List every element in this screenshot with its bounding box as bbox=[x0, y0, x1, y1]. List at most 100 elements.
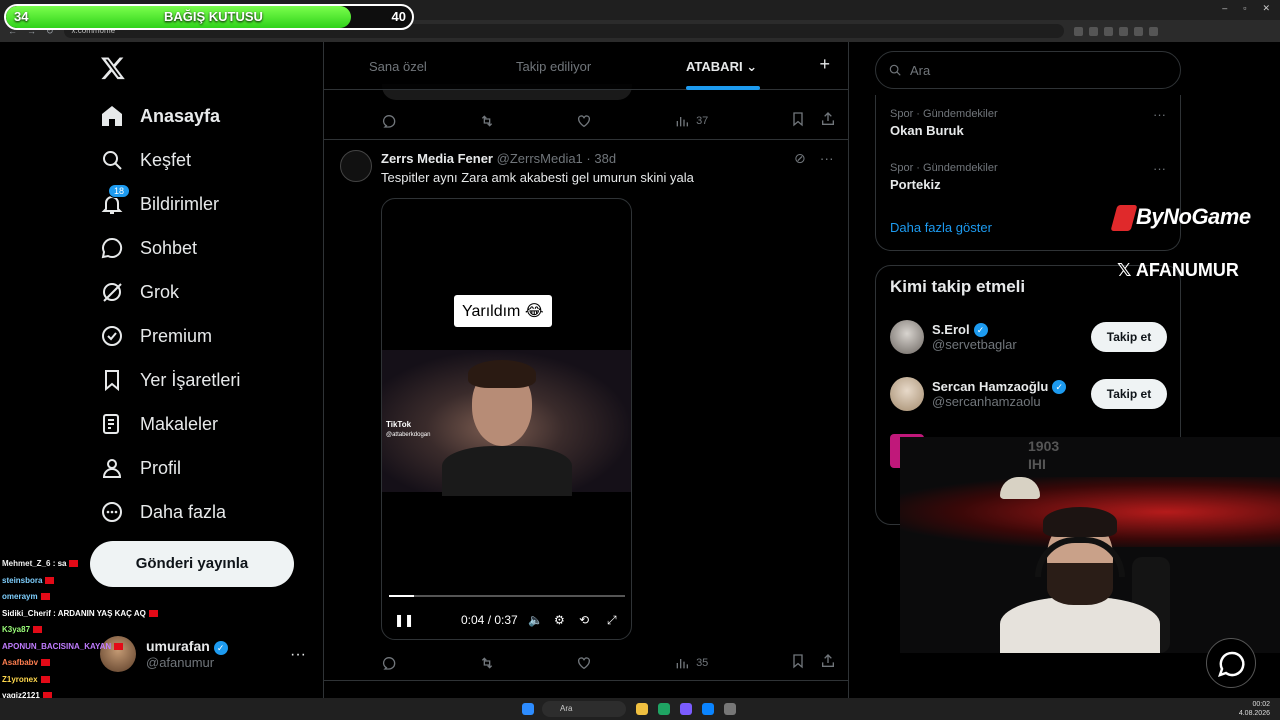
edge-icon[interactable] bbox=[702, 703, 714, 715]
emote-icon bbox=[40, 675, 50, 683]
grok-icon[interactable]: ⊘ bbox=[794, 150, 806, 167]
nav-item-bookmarks[interactable]: Yer İşaretleri bbox=[100, 358, 240, 402]
x-logo-icon[interactable] bbox=[100, 55, 126, 81]
sponsor-logo: ByNoGame bbox=[1110, 204, 1251, 232]
streamer-body bbox=[1000, 597, 1160, 653]
account-more-icon[interactable]: ··· bbox=[290, 646, 306, 664]
emote-icon bbox=[41, 659, 51, 667]
search-input[interactable]: Ara bbox=[875, 51, 1181, 89]
verified-icon: ✓ bbox=[1052, 379, 1067, 394]
nav-item-explore[interactable]: Keşfet bbox=[100, 138, 240, 182]
minimize-icon[interactable]: – bbox=[1222, 3, 1227, 14]
windows-start-icon[interactable] bbox=[522, 703, 534, 715]
tweet-avatar[interactable] bbox=[340, 150, 372, 182]
nav-item-home[interactable]: Anasayfa bbox=[100, 94, 240, 138]
taskbar-search[interactable]: Ara bbox=[542, 701, 626, 717]
chat-message: Mehmet_Z_6 : sa bbox=[2, 556, 182, 573]
retweet-icon[interactable] bbox=[479, 113, 495, 129]
tab-atabari[interactable]: ATABARI ⌄ bbox=[686, 59, 757, 75]
chat-message: APONUN_BACISINA_KAYAN bbox=[2, 639, 182, 656]
views-button[interactable]: 37 bbox=[674, 113, 708, 129]
follow-button[interactable]: Takip et bbox=[1091, 322, 1167, 352]
tab-for-you[interactable]: Sana özel bbox=[369, 59, 427, 74]
extension-icon[interactable] bbox=[1118, 26, 1128, 36]
stream-chat: Mehmet_Z_6 : sa steinsbora omeraym Sidiki_C… bbox=[2, 556, 182, 720]
chat-username: Sidiki_Cherif bbox=[2, 608, 51, 618]
bookmark-icon[interactable] bbox=[790, 653, 806, 672]
like-icon[interactable] bbox=[576, 113, 592, 129]
nav-item-articles[interactable]: Makaleler bbox=[100, 402, 240, 446]
verified-icon: ✓ bbox=[213, 641, 228, 655]
chat-message: Asafbabv bbox=[2, 655, 182, 672]
webcam-overlay: 1903 IHI bbox=[900, 437, 1280, 653]
trend-item[interactable]: Spor · Gündemdekiler Portekiz bbox=[890, 162, 998, 192]
reply-icon[interactable] bbox=[381, 655, 397, 671]
chrome-icon[interactable] bbox=[658, 703, 670, 715]
grok-icon bbox=[103, 283, 122, 302]
extension-icon[interactable] bbox=[1103, 26, 1113, 36]
suggested-account[interactable]: S.Erol ✓ @servetbaglar bbox=[890, 320, 1017, 354]
wall-sign: 1903 IHI bbox=[1028, 438, 1060, 472]
share-icon[interactable] bbox=[820, 653, 836, 672]
suggested-account[interactable]: Sercan Hamzaoğlu ✓ @sercanhamzaolu bbox=[890, 377, 1067, 411]
tweet-more-icon[interactable]: ··· bbox=[820, 150, 834, 167]
nav-item-grok[interactable]: Grok bbox=[100, 270, 240, 314]
discord-icon[interactable] bbox=[680, 703, 692, 715]
pause-icon[interactable]: ❚❚ bbox=[394, 613, 414, 627]
nav-item-chat[interactable]: Sohbet bbox=[100, 226, 240, 270]
tweet-author-handle[interactable]: @ZerrsMedia1 bbox=[497, 151, 583, 166]
trend-more-icon[interactable]: ··· bbox=[1153, 161, 1166, 176]
like-icon[interactable] bbox=[576, 655, 592, 671]
follow-button[interactable]: Takip et bbox=[1091, 379, 1167, 409]
add-tab-icon[interactable]: + bbox=[819, 54, 830, 75]
trend-more-icon[interactable]: ··· bbox=[1153, 107, 1166, 122]
emote-icon bbox=[148, 609, 158, 617]
tiktok-watermark: TikTok @attaberkdogan bbox=[386, 420, 431, 438]
nav-item-more[interactable]: Daha fazla bbox=[100, 490, 240, 534]
nav-label: Profil bbox=[140, 457, 182, 478]
extension-icon[interactable] bbox=[1133, 26, 1143, 36]
video-progress-bar[interactable] bbox=[389, 595, 625, 597]
notification-badge: 18 bbox=[108, 184, 131, 198]
maximize-icon[interactable]: ▫ bbox=[1243, 3, 1246, 14]
search-icon bbox=[889, 64, 901, 76]
chat-message: omeraym bbox=[2, 589, 182, 606]
replay-icon[interactable]: ⟲ bbox=[579, 613, 589, 627]
nav-label: Grok bbox=[140, 281, 180, 302]
nav-label: Makaleler bbox=[140, 413, 219, 434]
nav-item-notifications[interactable]: 18 Bildirimler bbox=[100, 182, 240, 226]
volume-icon[interactable]: 🔈 bbox=[528, 613, 543, 627]
settings-icon[interactable]: ⚙ bbox=[554, 613, 565, 627]
floating-chat-button[interactable] bbox=[1206, 638, 1256, 688]
share-icon[interactable] bbox=[820, 111, 836, 130]
chat-message: Sidiki_Cherif : ARDANIN YAŞ KAÇ AQ bbox=[2, 606, 182, 623]
extension-icon[interactable] bbox=[1148, 26, 1158, 36]
chat-text: : ARDANIN YAŞ KAÇ AQ bbox=[50, 608, 146, 618]
chat-message: K3ya87 bbox=[2, 622, 182, 639]
emote-icon bbox=[40, 593, 50, 601]
nav-item-premium[interactable]: Premium bbox=[100, 314, 240, 358]
nav-label: Sohbet bbox=[140, 237, 198, 258]
fullscreen-icon[interactable]: ⤢ bbox=[607, 613, 617, 628]
tab-following[interactable]: Takip ediliyor bbox=[516, 59, 591, 74]
close-icon[interactable]: ✕ bbox=[1262, 3, 1270, 14]
tweet-time[interactable]: · 38d bbox=[586, 151, 616, 166]
bookmark-icon bbox=[105, 370, 119, 392]
reply-icon[interactable] bbox=[381, 113, 397, 129]
tweet-author-name[interactable]: Zerrs Media Fener bbox=[381, 151, 493, 166]
views-button[interactable]: 35 bbox=[674, 655, 708, 671]
nav-item-profile[interactable]: Profil bbox=[100, 446, 240, 490]
tweet-video[interactable]: Yarıldım 😂 TikTok @attaberkdogan ❚❚ 0:04… bbox=[381, 198, 632, 640]
obs-icon[interactable] bbox=[724, 703, 736, 715]
file-explorer-icon[interactable] bbox=[636, 703, 648, 715]
show-more-link[interactable]: Daha fazla göster bbox=[890, 220, 992, 235]
extension-icon[interactable] bbox=[1073, 26, 1083, 36]
trend-item[interactable]: Spor · Gündemdekiler Okan Buruk bbox=[890, 108, 998, 138]
extension-icon[interactable] bbox=[1088, 26, 1098, 36]
nav-label: Keşfet bbox=[140, 149, 192, 170]
retweet-icon[interactable] bbox=[479, 655, 495, 671]
article-icon bbox=[103, 414, 119, 434]
bookmark-icon[interactable] bbox=[790, 111, 806, 130]
chat-message: steinsbora bbox=[2, 573, 182, 590]
divider bbox=[324, 680, 848, 681]
